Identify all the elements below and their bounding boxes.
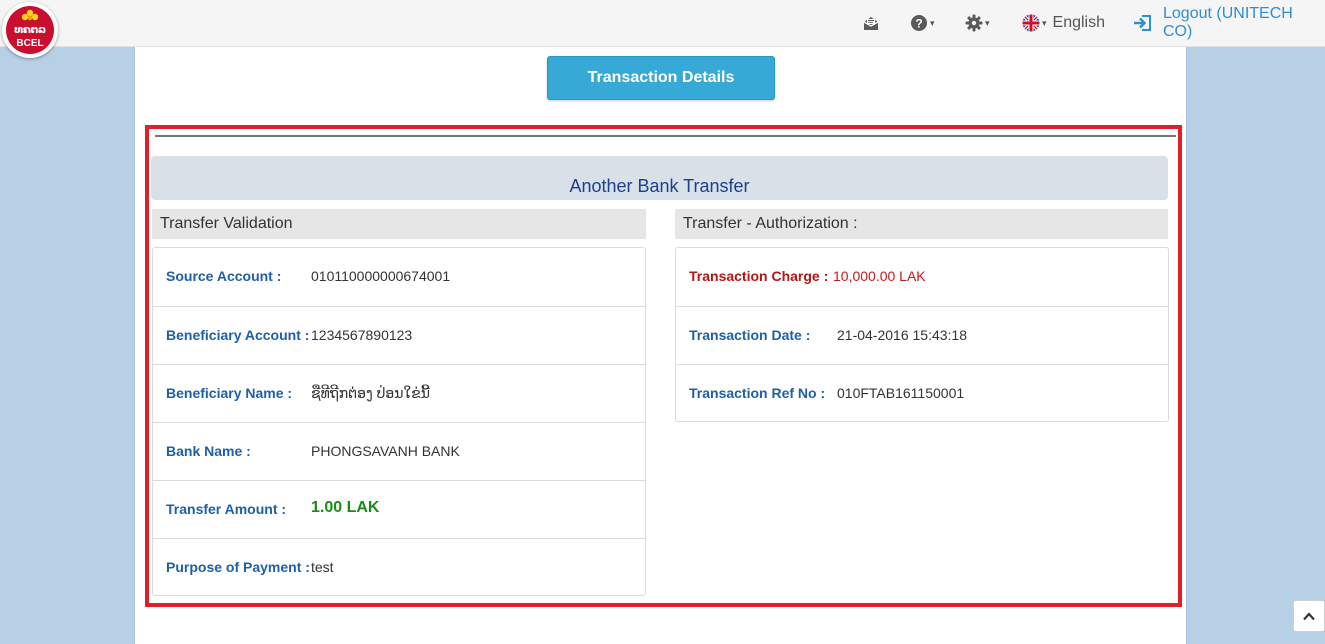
settings-menu-button[interactable]: ▾ bbox=[965, 0, 990, 46]
messages-button[interactable] bbox=[862, 0, 880, 46]
help-icon: ? bbox=[910, 14, 928, 32]
validation-panel-header: Transfer Validation bbox=[152, 209, 646, 239]
authorization-panel-header: Transfer - Authorization : bbox=[675, 209, 1168, 239]
authorization-card: Transaction Charge : 10,000.00 LAK Trans… bbox=[675, 247, 1169, 422]
row-label: Beneficiary Account : bbox=[166, 327, 310, 343]
language-label: English bbox=[1052, 14, 1106, 31]
language-selector[interactable]: ▾ English bbox=[1022, 0, 1105, 46]
row-label: Purpose of Payment : bbox=[166, 559, 310, 575]
table-row: Transfer Amount : 1.00 LAK bbox=[153, 480, 645, 538]
help-menu-button[interactable]: ? ▾ bbox=[910, 0, 935, 46]
table-row: Transaction Date : 21-04-2016 15:43:18 bbox=[676, 306, 1168, 364]
table-row: Beneficiary Name : ຊືທີຖີກຕ່ອງ ປ່ອນໃຂ່ນີ… bbox=[153, 364, 645, 422]
authorization-panel-title: Transfer - Authorization : bbox=[683, 215, 858, 232]
section-header: Another Bank Transfer bbox=[151, 156, 1168, 200]
transfer-amount-value: 1.00 LAK bbox=[311, 499, 380, 516]
row-label: Transaction Date : bbox=[689, 327, 811, 343]
chevron-down-icon: ▾ bbox=[930, 17, 935, 28]
table-row: Transaction Charge : 10,000.00 LAK bbox=[676, 248, 1168, 306]
row-label: Transaction Ref No : bbox=[689, 385, 826, 401]
row-label: Bank Name : bbox=[166, 443, 251, 459]
validation-card: Source Account : 010110000000674001 Bene… bbox=[152, 247, 646, 596]
gear-icon bbox=[965, 14, 983, 32]
logout-link[interactable]: Logout (UNITECH CO) bbox=[1133, 0, 1325, 46]
envelope-open-icon bbox=[862, 14, 880, 32]
sign-out-icon bbox=[1133, 14, 1153, 32]
section-title: Another Bank Transfer bbox=[569, 176, 750, 196]
main-content: Transaction Details Another Bank Transfe… bbox=[134, 47, 1187, 644]
svg-text:?: ? bbox=[915, 16, 922, 30]
table-row: Purpose of Payment : test bbox=[153, 538, 645, 596]
row-label: Beneficiary Name : bbox=[166, 385, 293, 401]
table-row: Bank Name : PHONGSAVANH BANK bbox=[153, 422, 645, 480]
row-label: Source Account : bbox=[166, 268, 282, 284]
top-navbar: ທຄຕລ BCEL ? ▾ ▾ ▾ English Logout (UNITEC… bbox=[0, 0, 1325, 58]
row-value: 010FTAB161150001 bbox=[837, 385, 965, 401]
table-row: Source Account : 010110000000674001 bbox=[153, 248, 645, 306]
row-label: Transfer Amount : bbox=[166, 501, 287, 517]
row-value: 010110000000674001 bbox=[311, 268, 451, 284]
flower-icon bbox=[21, 9, 39, 21]
row-value: test bbox=[311, 559, 334, 575]
logout-label: Logout (UNITECH CO) bbox=[1163, 5, 1293, 40]
scroll-to-top-button[interactable] bbox=[1293, 600, 1325, 632]
chevron-up-icon bbox=[1303, 608, 1315, 624]
logo-script-text: ທຄຕລ bbox=[14, 24, 46, 36]
validation-panel-title: Transfer Validation bbox=[160, 215, 293, 232]
divider bbox=[155, 135, 1176, 137]
logo-text: BCEL bbox=[16, 38, 44, 49]
logo-badge: ທຄຕລ BCEL bbox=[6, 6, 54, 54]
row-value: 1234567890123 bbox=[311, 327, 413, 343]
chevron-down-icon: ▾ bbox=[1042, 17, 1047, 28]
transaction-charge-value: 10,000.00 LAK bbox=[833, 268, 926, 284]
chevron-down-icon: ▾ bbox=[985, 17, 990, 28]
table-row: Beneficiary Account : 1234567890123 bbox=[153, 306, 645, 364]
table-row: Transaction Ref No : 010FTAB161150001 bbox=[676, 364, 1168, 422]
bcel-logo[interactable]: ທຄຕລ BCEL bbox=[2, 2, 58, 58]
row-value: 21-04-2016 15:43:18 bbox=[837, 327, 967, 343]
row-label: Transaction Charge : bbox=[689, 268, 829, 284]
transaction-details-button[interactable]: Transaction Details bbox=[547, 56, 775, 100]
row-value: ຊືທີຖີກຕ່ອງ ປ່ອນໃຂ່ນີ້ bbox=[311, 385, 430, 401]
row-value: PHONGSAVANH BANK bbox=[311, 443, 460, 459]
uk-flag-icon bbox=[1022, 14, 1040, 32]
transfer-summary-highlight: Another Bank Transfer Transfer Validatio… bbox=[145, 125, 1182, 607]
